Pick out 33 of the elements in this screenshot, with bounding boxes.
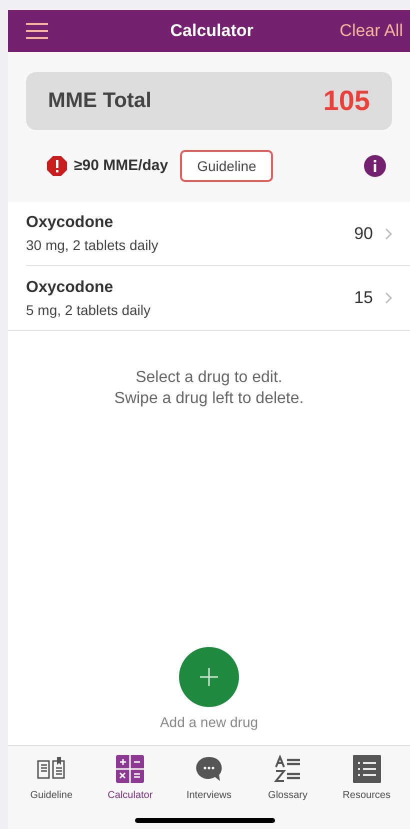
drug-mme: 90 [354, 222, 373, 245]
drug-row[interactable]: Oxycodone 5 mg, 2 tablets daily 15 [26, 266, 410, 330]
plus-icon [199, 667, 219, 687]
tab-bar-item[interactable]: Calculator [92, 754, 168, 803]
instruction-text: Select a drug to edit. [136, 368, 282, 388]
calculator-icon [116, 755, 144, 783]
guideline-button[interactable]: Guideline [180, 150, 274, 182]
alphabetical-list-icon [274, 755, 302, 783]
tab-bar-item[interactable]: Resources [328, 754, 405, 803]
chevron-icon [385, 292, 392, 304]
drug-mme: 15 [354, 287, 373, 310]
tab-bar-item[interactable]: Interviews [170, 754, 247, 803]
info-icon[interactable] [364, 155, 386, 177]
drug-dose: 5 mg, 2 tablets daily [26, 300, 152, 320]
tab-bar-item[interactable]: Guideline [13, 754, 90, 803]
mme-total-label: MME Total [48, 88, 152, 114]
mme-total-value: 105 [323, 84, 370, 118]
warning-icon [47, 156, 67, 176]
add-drug-label: Add a new drug [160, 713, 258, 732]
clear-all-button[interactable]: Clear All [340, 18, 403, 44]
book-icon [36, 756, 66, 782]
instruction-text: Swipe a drug left to delete. [114, 389, 304, 409]
menu-icon[interactable] [26, 23, 48, 39]
drug-name: Oxycodone [26, 213, 114, 233]
drug-name: Oxycodone [26, 278, 114, 298]
drug-row[interactable]: Oxycodone 30 mg, 2 tablets daily 90 [26, 202, 410, 266]
drug-dose: 30 mg, 2 tablets daily [26, 236, 160, 255]
screen-title: Calculator [170, 20, 254, 42]
tab-bar-item[interactable]: Glossary [250, 754, 326, 803]
list-icon [352, 755, 381, 783]
chevron-icon [385, 228, 392, 240]
chat-bubble-icon [194, 755, 223, 783]
threshold-text: ≥90 MME/day [74, 156, 168, 176]
